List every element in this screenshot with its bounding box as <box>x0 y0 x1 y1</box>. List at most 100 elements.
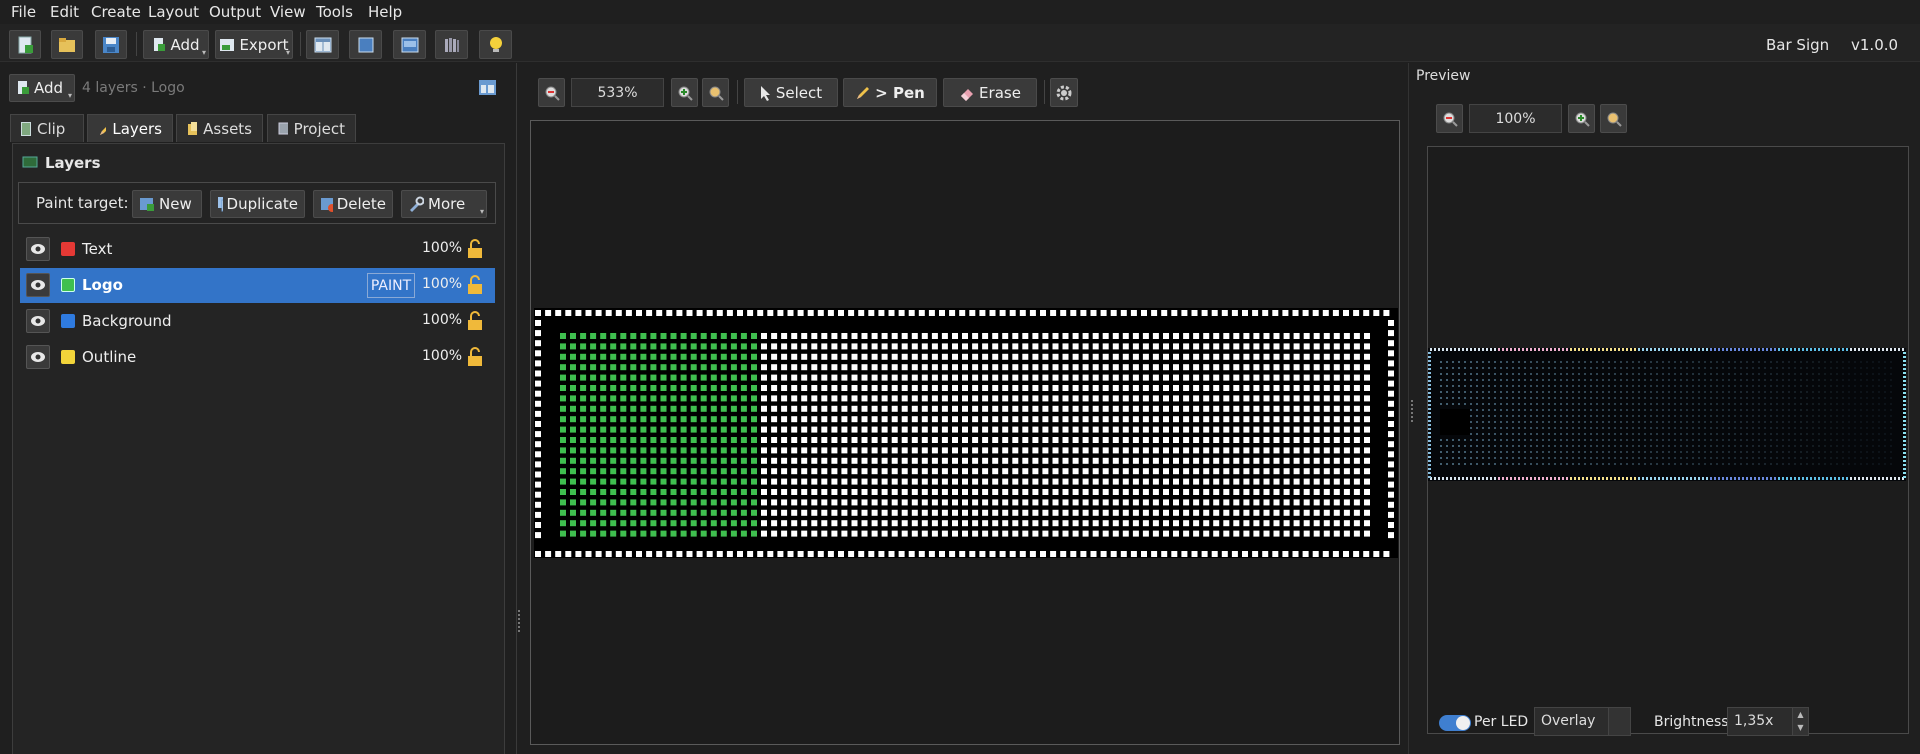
tips-button[interactable] <box>479 30 512 59</box>
preview-led <box>1812 379 1814 381</box>
layer-row-logo[interactable]: Logo PAINT 100% <box>20 268 495 303</box>
preview-zoom-fit-button[interactable] <box>1600 104 1627 133</box>
new-file-button[interactable] <box>9 30 41 59</box>
more-layer-button[interactable]: More ▾ <box>401 190 487 218</box>
led-pixel <box>831 416 838 423</box>
add-icon <box>154 37 166 51</box>
editor-settings-button[interactable] <box>1050 78 1078 107</box>
led-outline <box>615 310 622 316</box>
blend-mode-select[interactable]: Overlay <box>1534 707 1631 736</box>
preview-edge-led <box>1458 477 1460 480</box>
eye-icon[interactable] <box>26 345 50 369</box>
menu-file[interactable]: File <box>11 3 36 21</box>
preview-led <box>1794 457 1796 459</box>
splitter-grip[interactable] <box>518 610 522 632</box>
tab-assets[interactable]: Assets <box>176 114 263 142</box>
layout-split-button[interactable] <box>306 30 339 59</box>
led-pixel <box>1283 343 1290 350</box>
preview-led <box>1536 445 1538 447</box>
erase-tool-button[interactable]: Erase <box>943 78 1037 107</box>
lock-open-icon[interactable] <box>465 311 485 335</box>
tab-clip[interactable]: Clip <box>10 114 84 142</box>
menu-view[interactable]: View <box>270 3 306 21</box>
preview-zoom-field[interactable]: 100% <box>1469 104 1562 133</box>
brightness-spinbox[interactable]: 1,35x ▲ ▼ <box>1727 707 1809 736</box>
preview-led <box>1866 427 1868 429</box>
led-logo <box>620 530 627 537</box>
preview-edge-led <box>1428 408 1431 410</box>
zoom-fit-button[interactable] <box>702 78 729 107</box>
layer-row-outline[interactable]: Outline 100% <box>20 340 495 375</box>
lock-open-icon[interactable] <box>465 239 485 263</box>
preview-led <box>1884 427 1886 429</box>
menu-tools[interactable]: Tools <box>316 3 353 21</box>
led-pixel <box>1283 499 1290 506</box>
lock-open-icon[interactable] <box>465 347 485 371</box>
led-pixel <box>1132 499 1139 506</box>
eye-icon[interactable] <box>26 273 50 297</box>
left-splitter[interactable] <box>516 63 517 754</box>
right-splitter[interactable] <box>1408 63 1409 754</box>
led-pixel <box>1313 374 1320 381</box>
led-pixel <box>1122 385 1129 391</box>
led-pixel <box>1002 447 1009 454</box>
duplicate-layer-button[interactable]: Duplicate <box>210 190 305 218</box>
new-layer-button[interactable]: New <box>132 190 202 218</box>
menu-create[interactable]: Create <box>91 3 141 21</box>
eye-icon[interactable] <box>26 309 50 333</box>
toolbar-add-button[interactable]: Add ▾ <box>143 30 209 59</box>
preview-canvas[interactable] <box>1427 146 1909 734</box>
preview-zoom-in-button[interactable] <box>1568 104 1595 133</box>
led-grid[interactable] <box>531 121 1399 744</box>
preview-led <box>1470 445 1472 447</box>
layout-panel-button[interactable] <box>393 30 426 59</box>
menu-help[interactable]: Help <box>368 3 402 21</box>
tab-layers[interactable]: Layers <box>87 114 173 142</box>
preview-led <box>1584 439 1586 441</box>
zoom-in-button[interactable] <box>671 78 698 107</box>
led-pixel <box>1152 343 1159 350</box>
led-pixel <box>861 353 868 360</box>
preview-led <box>1668 433 1670 435</box>
pen-tool-button[interactable]: > Pen <box>843 78 937 107</box>
open-file-button[interactable] <box>51 30 83 59</box>
led-pixel <box>1333 478 1340 485</box>
menu-edit[interactable]: Edit <box>50 3 79 21</box>
spin-arrows-icon[interactable]: ▲ ▼ <box>1792 708 1808 735</box>
panel-add-button[interactable]: Add ▾ <box>9 74 75 102</box>
led-pixel <box>931 509 938 516</box>
menu-layout[interactable]: Layout <box>148 3 199 21</box>
led-pixel <box>1213 457 1220 464</box>
select-tool-button[interactable]: Select <box>744 78 838 107</box>
led-logo <box>580 530 587 537</box>
layer-row-text[interactable]: Text 100% <box>20 232 495 267</box>
zoom-out-button[interactable] <box>538 78 565 107</box>
menu-output[interactable]: Output <box>209 3 261 21</box>
layer-row-background[interactable]: Background 100% <box>20 304 495 339</box>
preview-led <box>1470 415 1472 417</box>
led-pixel <box>1293 364 1300 371</box>
preview-led <box>1722 397 1724 399</box>
per-led-toggle[interactable] <box>1439 715 1471 731</box>
preview-edge-led <box>1903 408 1906 410</box>
library-button[interactable] <box>435 30 468 59</box>
preview-led <box>1788 361 1790 363</box>
delete-layer-button[interactable]: Delete <box>313 190 393 218</box>
led-canvas[interactable] <box>530 120 1400 745</box>
preview-led <box>1848 379 1850 381</box>
layout-single-button[interactable] <box>349 30 382 59</box>
led-pixel <box>911 343 918 350</box>
dropdown-arrow-icon[interactable] <box>1608 708 1630 735</box>
layout-split-icon <box>314 37 331 52</box>
led-pixel <box>972 426 979 433</box>
toolbar-export-button[interactable]: Export ▾ <box>215 30 293 59</box>
preview-zoom-out-button[interactable] <box>1436 104 1463 133</box>
save-button[interactable] <box>95 30 127 59</box>
eye-icon[interactable] <box>26 237 50 261</box>
panel-layout-icon[interactable] <box>479 80 496 95</box>
editor-zoom-field[interactable]: 533% <box>571 78 664 107</box>
tab-project[interactable]: Project <box>267 114 356 142</box>
splitter-grip[interactable] <box>1411 400 1415 422</box>
led-pixel <box>1303 364 1310 371</box>
lock-open-icon[interactable] <box>465 275 485 299</box>
